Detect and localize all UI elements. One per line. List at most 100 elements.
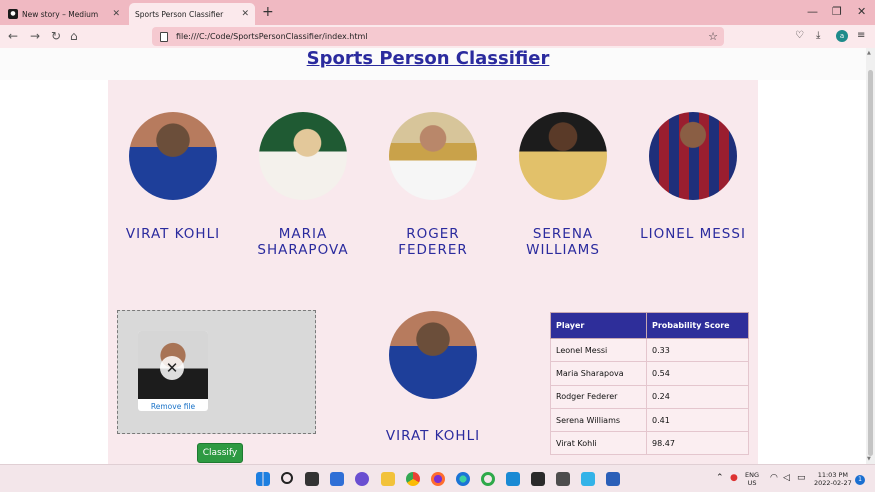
player-photo bbox=[389, 112, 477, 200]
table-row: Maria Sharapova 0.54 bbox=[550, 361, 749, 386]
medium-icon: ● bbox=[8, 9, 18, 19]
page-viewport: Sports Person Classifier VIRAT KOHLI MAR… bbox=[0, 48, 866, 464]
word-icon[interactable] bbox=[606, 472, 620, 486]
pocket-icon[interactable]: ♡ bbox=[795, 30, 804, 41]
language-indicator[interactable]: ENG US bbox=[745, 471, 759, 487]
cell-score: 0.24 bbox=[646, 384, 749, 409]
scroll-up-icon[interactable]: ▲ bbox=[867, 50, 871, 56]
cell-score: 0.41 bbox=[646, 407, 749, 433]
tab-medium[interactable]: ● New story – Medium ✕ bbox=[4, 3, 126, 25]
page-title: Sports Person Classifier bbox=[306, 48, 550, 69]
search-icon[interactable] bbox=[281, 472, 293, 484]
chevron-up-icon[interactable]: ⌃ bbox=[716, 474, 724, 483]
table-row: Serena Williams 0.41 bbox=[550, 407, 749, 433]
browser-tab-bar: ● New story – Medium ✕ Sports Person Cla… bbox=[0, 0, 875, 25]
url-text: file:///C:/Code/SportsPersonClassifier/i… bbox=[176, 32, 368, 41]
table-header-row: Player Probability Score bbox=[550, 312, 749, 339]
remove-x-icon[interactable]: ✕ bbox=[160, 356, 184, 380]
image-dropzone[interactable]: ✕ Remove file bbox=[117, 310, 316, 434]
player-name: ROGER FEDERER bbox=[398, 226, 468, 258]
probability-table: Player Probability Score Leonel Messi 0.… bbox=[550, 312, 749, 456]
column-header-player: Player bbox=[550, 312, 647, 339]
notepad-icon[interactable] bbox=[581, 472, 595, 486]
security-icon[interactable]: ● bbox=[730, 474, 738, 483]
table-row: Leonel Messi 0.33 bbox=[550, 337, 749, 363]
cell-player: Serena Williams bbox=[550, 407, 647, 433]
player-name: SERENA WILLIAMS bbox=[526, 226, 600, 258]
cell-player: Leonel Messi bbox=[550, 337, 647, 363]
browser-nav-bar: ← → ↻ ⌂ file:///C:/Code/SportsPersonClas… bbox=[0, 25, 875, 48]
vscode-icon[interactable] bbox=[506, 472, 520, 486]
file-explorer-icon[interactable] bbox=[381, 472, 395, 486]
battery-icon[interactable]: ▭ bbox=[797, 474, 806, 483]
console-icon[interactable] bbox=[556, 472, 570, 486]
player-photo bbox=[129, 112, 217, 200]
player-photo bbox=[649, 112, 737, 200]
tab-title: Sports Person Classifier bbox=[135, 9, 224, 19]
uploaded-image-preview: ✕ Remove file bbox=[138, 331, 208, 411]
classify-button[interactable]: Classify bbox=[197, 443, 243, 463]
forward-icon[interactable]: → bbox=[30, 29, 40, 43]
table-row: Rodger Federer 0.24 bbox=[550, 384, 749, 409]
player-name: LIONEL MESSI bbox=[640, 226, 746, 242]
player-name: VIRAT KOHLI bbox=[125, 226, 221, 242]
windows-taskbar: ⌃ ● ENG US ◠ ◁ ▭ 11:03 PM 2022-02-27 1 bbox=[0, 464, 875, 492]
cell-player: Virat Kohli bbox=[550, 431, 647, 456]
chrome-icon[interactable] bbox=[406, 472, 420, 486]
result-player-name: VIRAT KOHLI bbox=[385, 428, 481, 444]
task-view-icon[interactable] bbox=[305, 472, 319, 486]
column-header-probability: Probability Score bbox=[646, 312, 749, 339]
cell-player: Rodger Federer bbox=[550, 384, 647, 409]
region-label: US bbox=[747, 479, 757, 487]
restore-icon[interactable]: ❐ bbox=[832, 5, 842, 18]
page-scrollbar[interactable]: ▲ ▼ bbox=[866, 48, 875, 464]
edge-icon[interactable] bbox=[456, 472, 470, 486]
close-icon[interactable]: ✕ bbox=[112, 9, 120, 19]
player-card-lionel-messi[interactable]: LIONEL MESSI bbox=[633, 112, 753, 242]
player-photo bbox=[519, 112, 607, 200]
player-name: MARIA SHARAPOVA bbox=[257, 226, 349, 258]
bookmark-star-icon[interactable]: ☆ bbox=[708, 30, 718, 43]
terminal-icon[interactable] bbox=[531, 472, 545, 486]
new-tab-icon[interactable]: + bbox=[262, 4, 274, 20]
player-photo bbox=[259, 112, 347, 200]
reload-icon[interactable]: ↻ bbox=[51, 29, 61, 43]
profile-avatar-icon[interactable]: a bbox=[836, 30, 848, 42]
cell-player: Maria Sharapova bbox=[550, 361, 647, 386]
url-bar[interactable]: file:///C:/Code/SportsPersonClassifier/i… bbox=[152, 27, 724, 46]
player-card-virat-kohli[interactable]: VIRAT KOHLI bbox=[113, 112, 233, 242]
volume-icon[interactable]: ◁ bbox=[783, 474, 790, 483]
tab-sports-classifier[interactable]: Sports Person Classifier ✕ bbox=[129, 3, 255, 25]
cell-score: 98.47 bbox=[646, 431, 749, 456]
remove-file-link[interactable]: Remove file bbox=[138, 402, 208, 411]
close-icon[interactable]: ✕ bbox=[241, 9, 249, 19]
back-icon[interactable]: ← bbox=[8, 29, 18, 43]
player-card-roger-federer[interactable]: ROGER FEDERER bbox=[373, 112, 493, 258]
cell-score: 0.54 bbox=[646, 361, 749, 386]
menu-icon[interactable]: ≡ bbox=[857, 30, 865, 41]
player-card-serena-williams[interactable]: SERENA WILLIAMS bbox=[503, 112, 623, 258]
result-card: VIRAT KOHLI bbox=[377, 311, 489, 444]
notification-badge[interactable]: 1 bbox=[855, 475, 865, 485]
scroll-down-icon[interactable]: ▼ bbox=[867, 456, 871, 462]
player-card-maria-sharapova[interactable]: MARIA SHARAPOVA bbox=[243, 112, 363, 258]
widgets-icon[interactable] bbox=[330, 472, 344, 486]
window-close-icon[interactable]: ✕ bbox=[857, 5, 866, 18]
date-label: 2022-02-27 bbox=[814, 479, 852, 487]
language-label: ENG bbox=[745, 471, 760, 479]
minimize-icon[interactable]: — bbox=[807, 5, 818, 18]
file-icon bbox=[160, 31, 168, 42]
download-icon[interactable]: ⤓ bbox=[816, 30, 820, 41]
clock[interactable]: 11:03 PM 2022-02-27 bbox=[814, 471, 852, 487]
home-icon[interactable]: ⌂ bbox=[70, 29, 78, 43]
circle-app-icon[interactable] bbox=[481, 472, 495, 486]
time-label: 11:03 PM bbox=[817, 471, 849, 479]
firefox-icon[interactable] bbox=[431, 472, 445, 486]
tab-title: New story – Medium bbox=[22, 9, 99, 19]
table-row: Virat Kohli 98.47 bbox=[550, 431, 749, 456]
wifi-icon[interactable]: ◠ bbox=[770, 474, 778, 483]
scroll-thumb[interactable] bbox=[868, 70, 873, 456]
start-icon[interactable] bbox=[256, 472, 270, 486]
chat-icon[interactable] bbox=[355, 472, 369, 486]
result-photo bbox=[389, 311, 477, 399]
